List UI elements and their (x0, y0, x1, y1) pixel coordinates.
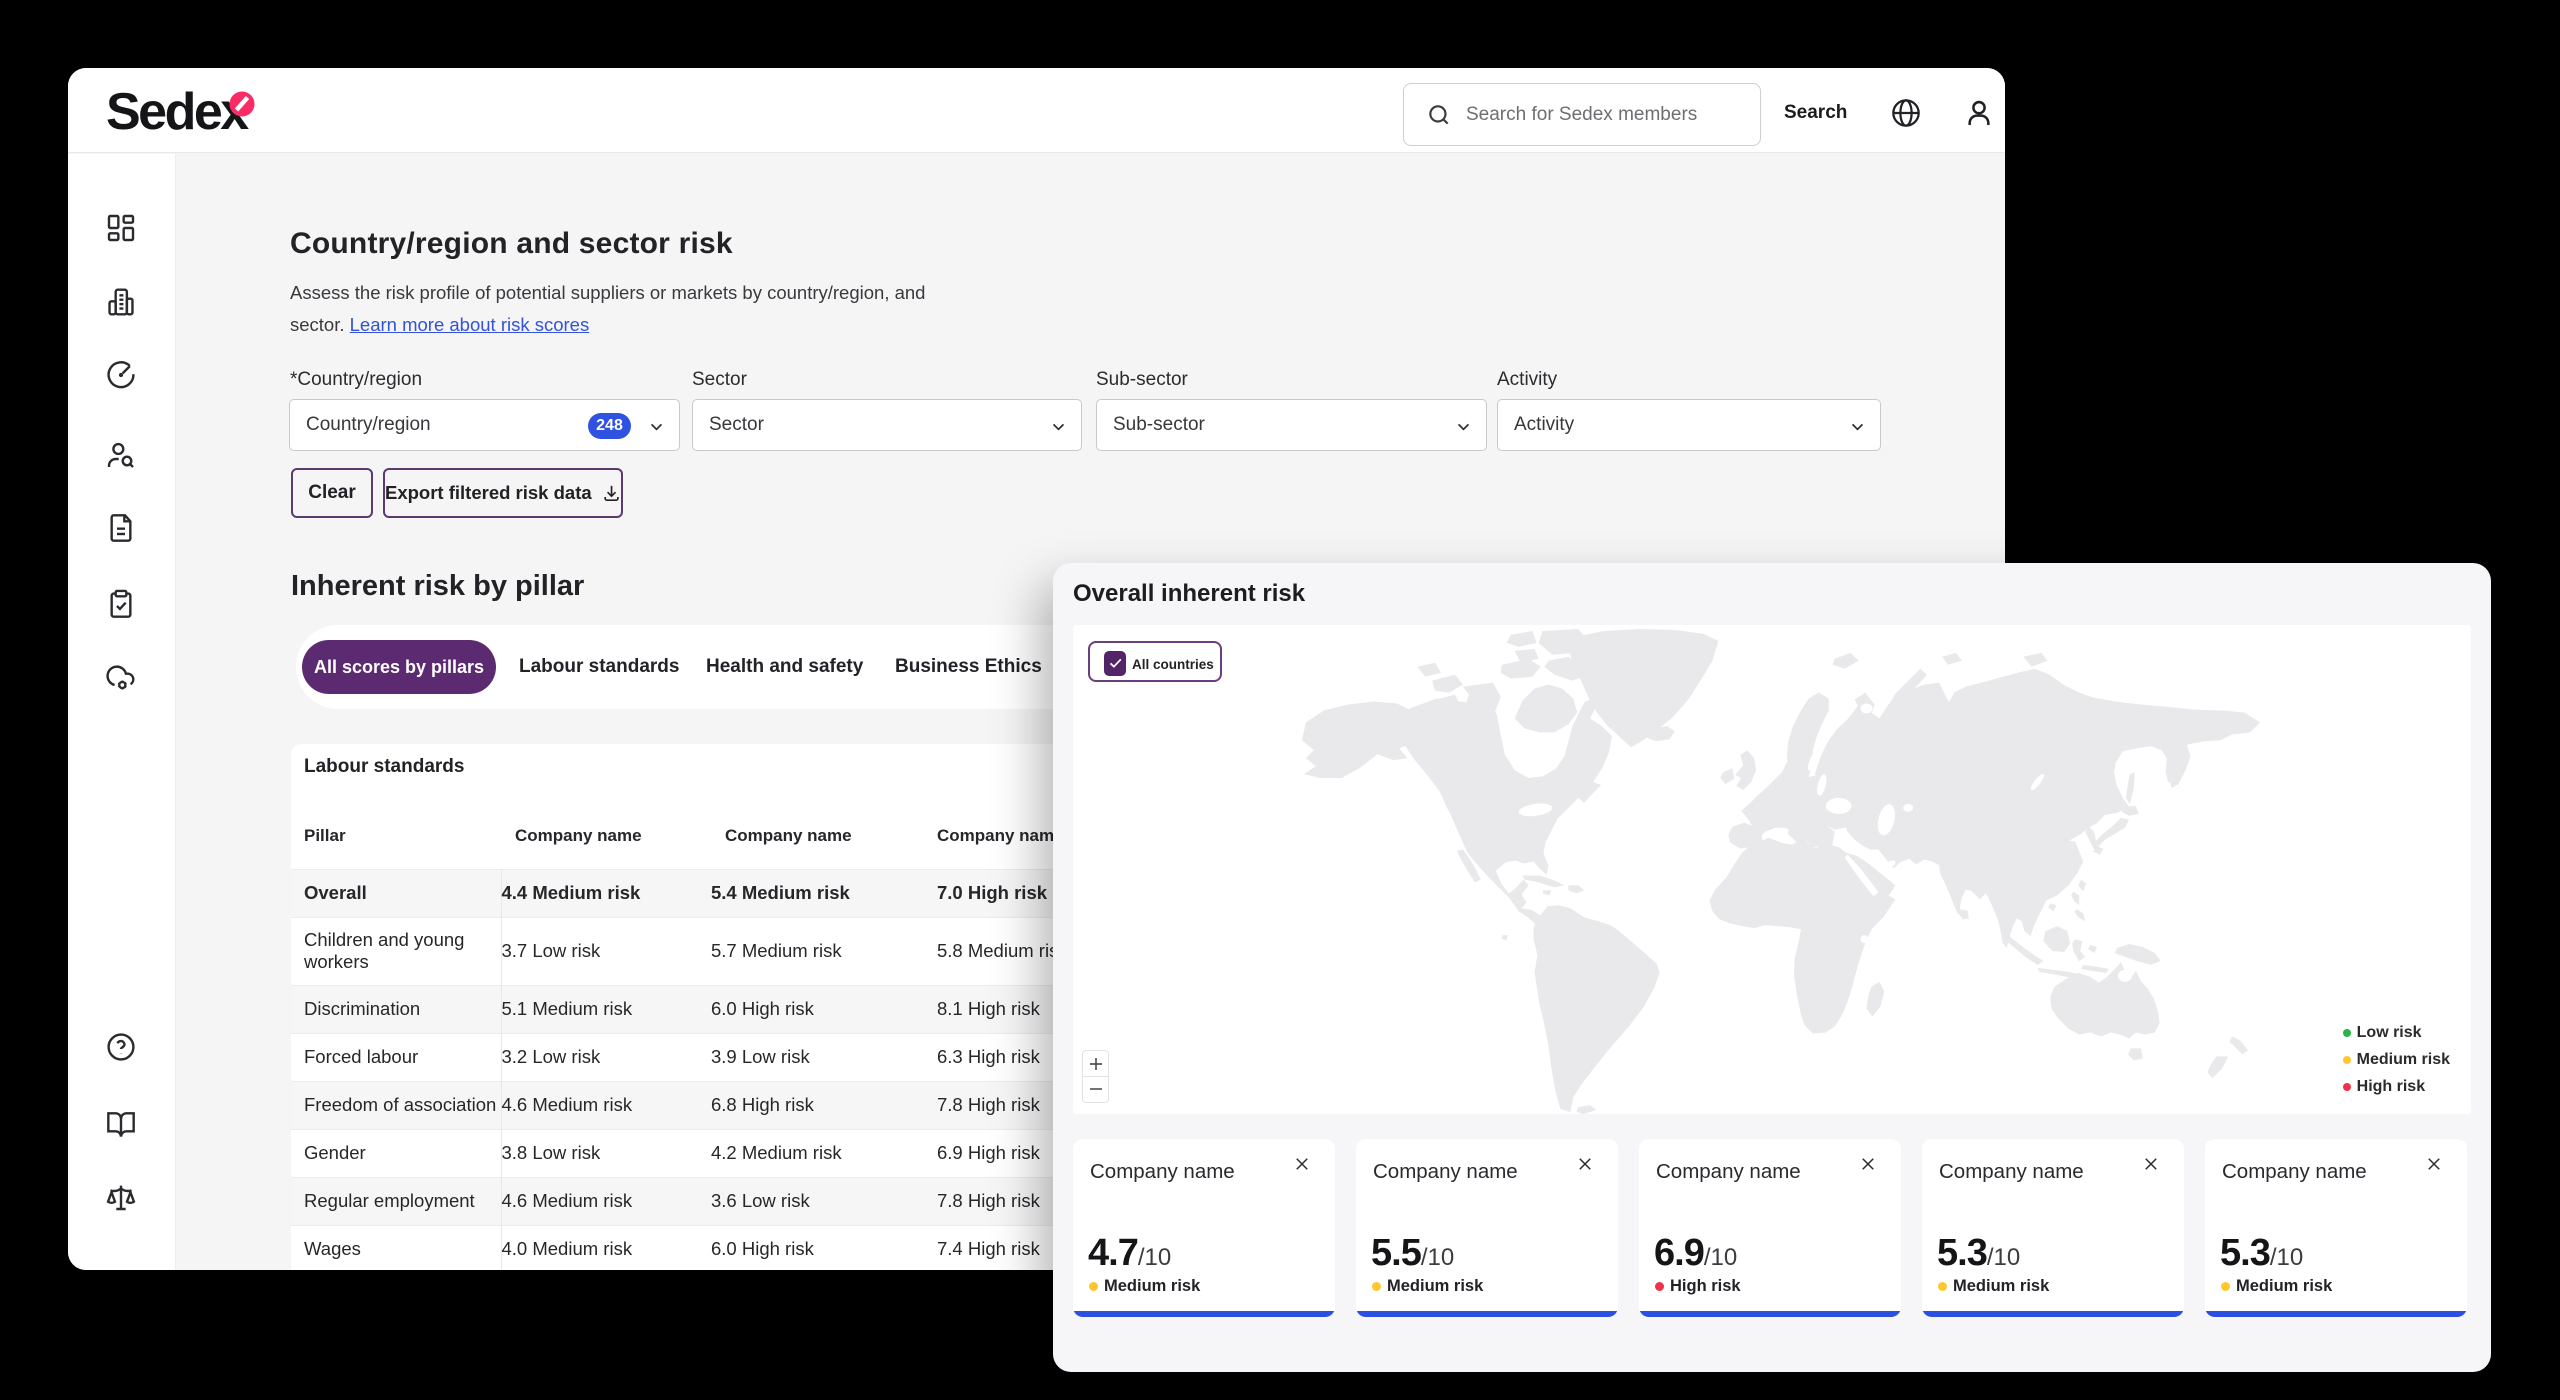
svg-text:Sedex: Sedex (106, 83, 249, 141)
